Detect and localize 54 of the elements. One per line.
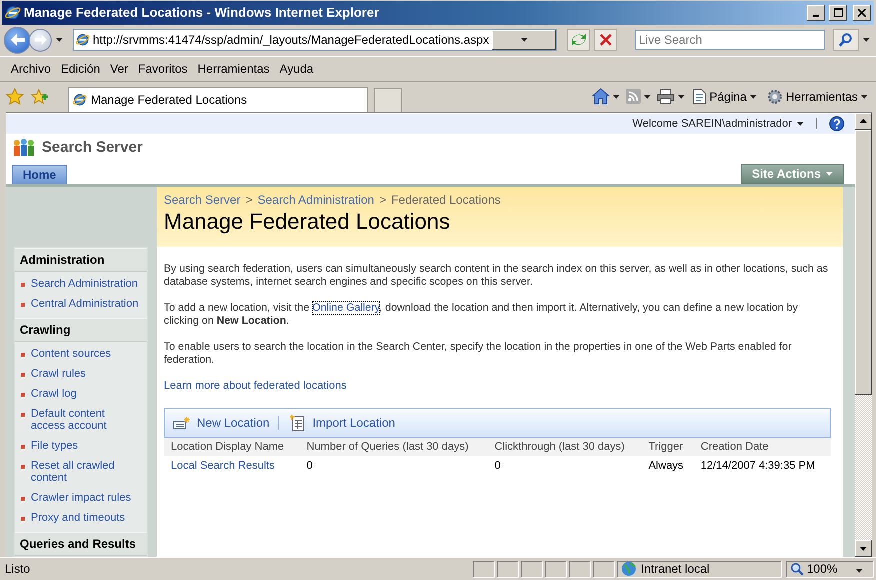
location-link[interactable]: Local Search Results (171, 460, 275, 472)
table-cell: Always (642, 456, 694, 476)
nav-link[interactable]: Content sources (31, 348, 141, 360)
menu-item[interactable]: Ayuda (274, 60, 319, 78)
breadcrumb-separator: > (246, 192, 253, 207)
description-text: To enable users to search the location in the Search Center, specify the location in the properties in one of the Web Parts enabled for federation. (164, 340, 793, 367)
nav-link[interactable]: Search Administration (31, 278, 141, 290)
nav-heading: Crawling (15, 318, 147, 342)
user-menu[interactable]: Welcome SAREIN\administrador (632, 118, 804, 130)
nav-link[interactable]: Default content access account (31, 408, 141, 432)
page-menu[interactable]: Página (690, 88, 759, 105)
breadcrumb-link[interactable]: Search Server (164, 192, 241, 207)
column-header[interactable]: Number of Queries (last 30 days) (300, 438, 488, 456)
menu-item[interactable]: Edición (56, 60, 106, 78)
breadcrumb-separator: > (379, 192, 386, 207)
home-tab[interactable]: Home (12, 164, 68, 184)
nav-link[interactable]: Reset all crawled content (31, 460, 141, 484)
nav-link[interactable]: Crawl log (31, 388, 141, 400)
breadcrumb-link[interactable]: Search Administration (258, 192, 374, 207)
browser-tab[interactable]: Manage Federated Locations (68, 86, 368, 112)
status-text: Listo (4, 562, 32, 576)
address-field[interactable]: http://srvmms:41474/ssp/admin/_layouts/ManageFederatedLocations.aspx (73, 29, 557, 52)
menu-item[interactable]: Ver (105, 60, 134, 78)
description-text: To add a new location, visit the Online Gallery, download the location and then import it. Alternatively, you can define a new location by clicking on New Location. (164, 302, 800, 328)
tools-menu[interactable]: Herramientas (764, 88, 870, 105)
page-title: Manage Federated Locations (164, 208, 452, 235)
window-title: Manage Federated Locations - Windows Internet Explorer (24, 5, 380, 20)
column-header[interactable]: Creation Date (694, 438, 831, 456)
nav-link[interactable]: Crawler impact rules (31, 492, 141, 504)
nav-link[interactable]: Proxy and timeouts (31, 512, 141, 524)
table-cell: 12/14/2007 4:39:35 PM (694, 456, 831, 476)
column-header[interactable]: Trigger (642, 438, 694, 456)
zoom-control[interactable]: 100% (786, 560, 874, 578)
column-header[interactable]: Clickthrough (last 30 days) (488, 438, 642, 456)
new-location-button[interactable]: New Location (173, 416, 278, 430)
learn-more-link[interactable]: Learn more about federated locations (164, 380, 347, 392)
column-header[interactable]: Location Display Name (164, 438, 300, 456)
import-location-button[interactable]: Import Location (288, 414, 404, 432)
table-cell: 0 (488, 456, 642, 476)
search-field[interactable]: Live Search (635, 30, 825, 50)
table-cell: 0 (300, 456, 488, 476)
menu-item[interactable]: Herramientas (192, 60, 275, 78)
description-text: By using search federation, users can simultaneously search content in the search index on this server, as well as in other locations, such as database systems, internet search engines and specific scopes on this server. (164, 262, 830, 289)
site-title: Search Server (42, 139, 143, 156)
nav-heading: Administration (15, 248, 147, 272)
nav-heading: Queries and Results (15, 532, 147, 556)
menu-item[interactable]: Archivo (6, 60, 56, 78)
nav-link[interactable]: Central Administration (31, 298, 141, 310)
nav-link[interactable]: Crawl rules (31, 368, 141, 380)
security-zone: Intranet local (641, 562, 710, 576)
breadcrumb-current: Federated Locations (391, 192, 501, 207)
menu-item[interactable]: Favoritos (133, 60, 193, 78)
nav-link[interactable]: File types (31, 440, 141, 452)
gallery-link[interactable]: Online Gallery (312, 302, 380, 314)
